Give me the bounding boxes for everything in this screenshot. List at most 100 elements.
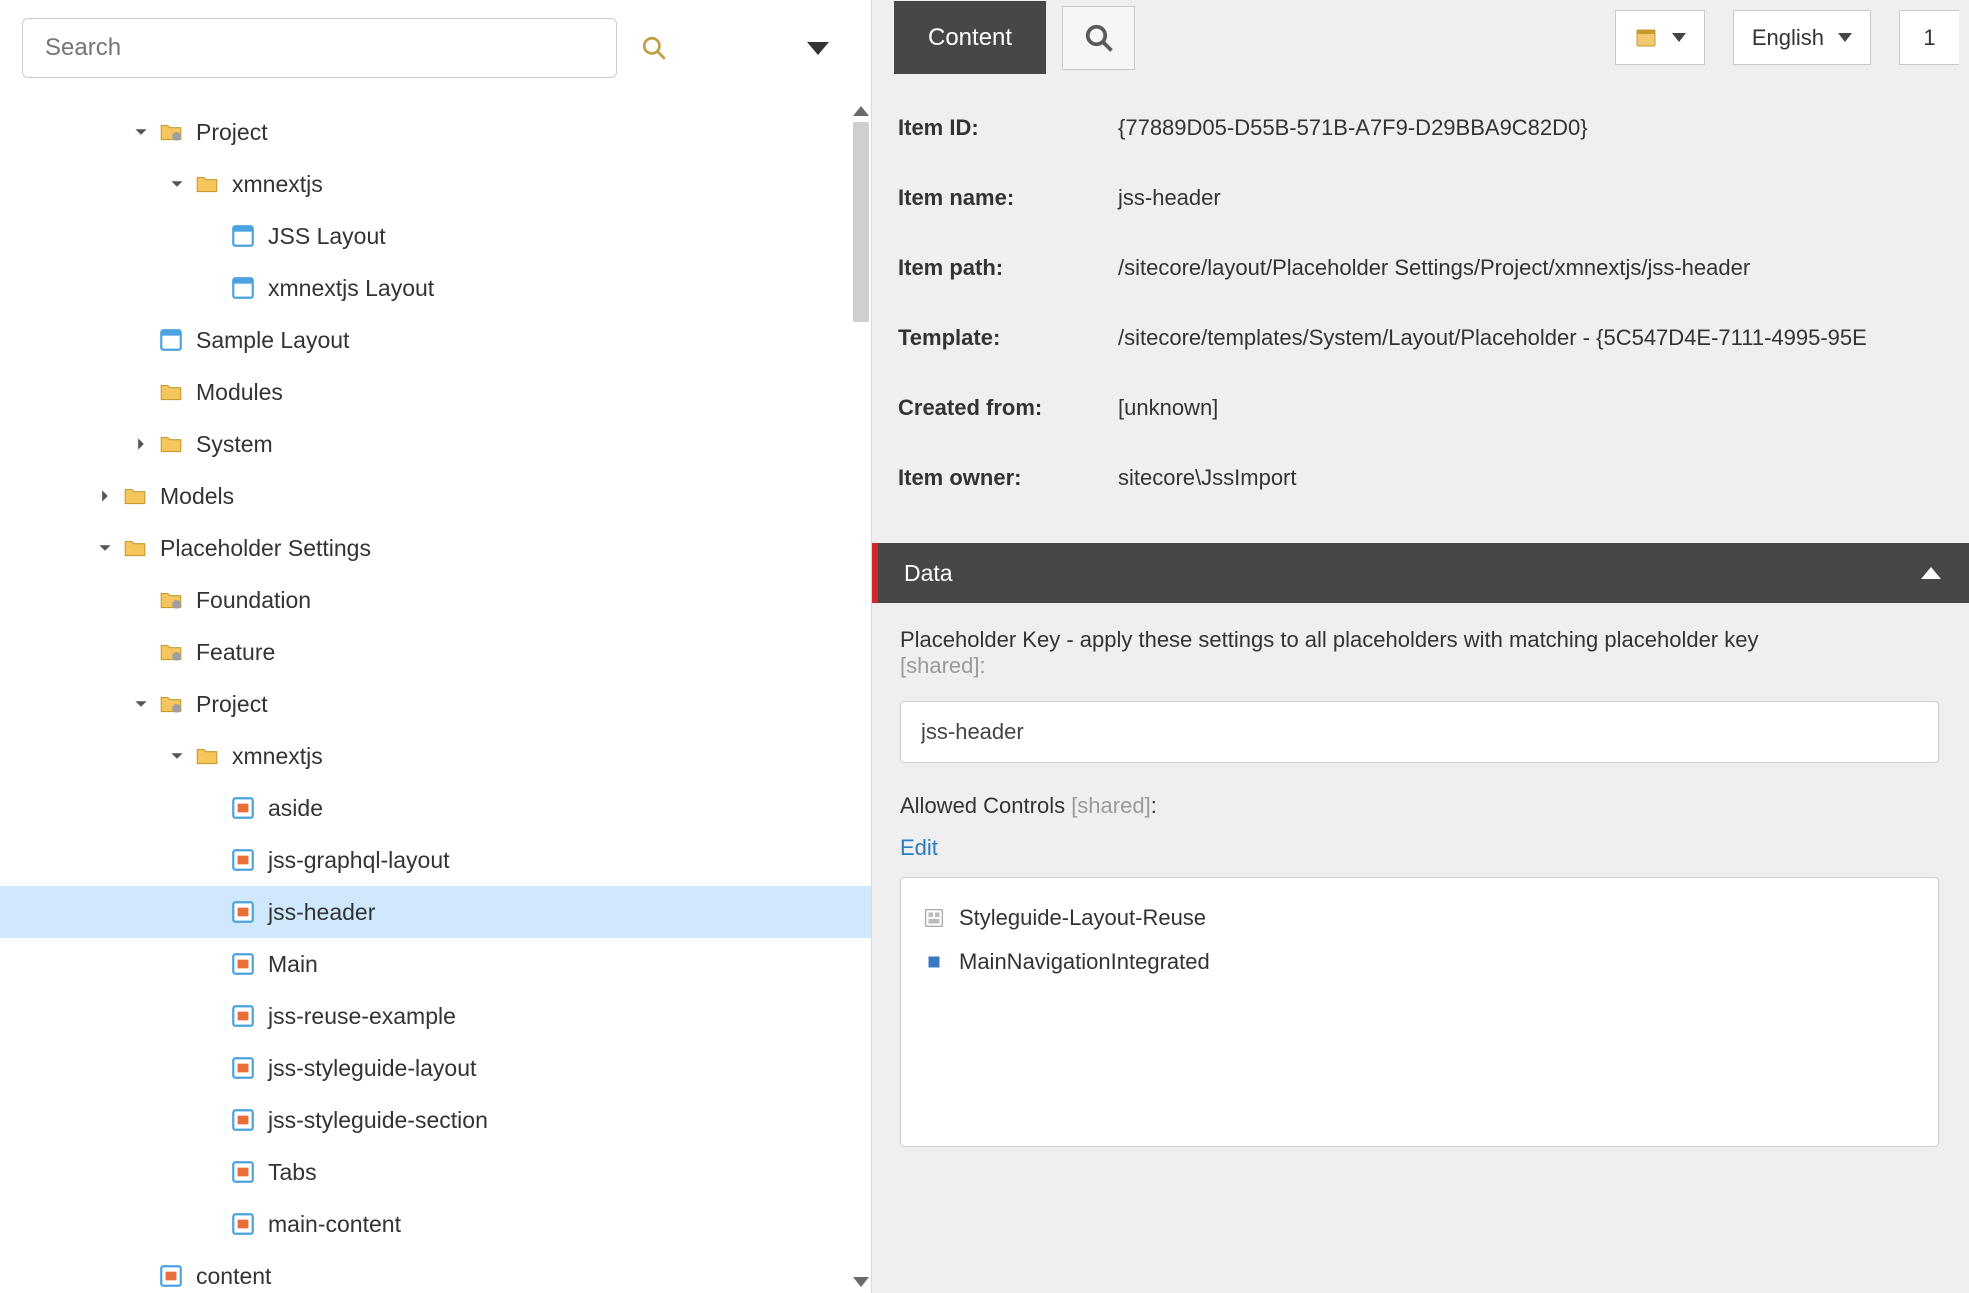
tree-node-jss-styleguide-section[interactable]: jss-styleguide-section [0,1094,871,1146]
tree-panel: Project xmnextjs JSS Layout xmnextjs Layout… [0,0,872,1293]
tree-node-xmnextjs[interactable]: xmnextjs [0,158,871,210]
section-header-data[interactable]: Data [872,543,1969,603]
tree-node-placeholder-settings[interactable]: Placeholder Settings [0,522,871,574]
tree-node-label: jss-styleguide-section [268,1107,488,1134]
chevron-down-icon[interactable] [166,173,188,195]
tree-node-label: xmnextjs [232,171,323,198]
tree-node-label: Tabs [268,1159,317,1186]
chevron-down-icon[interactable] [166,745,188,767]
chevron-down-icon [1838,33,1852,42]
placeholder-icon [230,1211,256,1237]
tree-node-modules[interactable]: Modules [0,366,871,418]
search-options-dropdown-icon[interactable] [807,42,829,55]
item-name-label: Item name: [898,185,1118,211]
tree-node-xmnextjs[interactable]: xmnextjs [0,730,871,782]
tree-node-xmnextjs-layout[interactable]: xmnextjs Layout [0,262,871,314]
placeholder-key-input[interactable] [900,701,1939,763]
version-label: 1 [1923,25,1935,51]
chevron-up-icon [1921,567,1941,579]
tree-node-jss-reuse-example[interactable]: jss-reuse-example [0,990,871,1042]
version-dropdown[interactable]: 1 [1899,10,1959,65]
tree-node-jss-styleguide-layout[interactable]: jss-styleguide-layout [0,1042,871,1094]
search-row [0,0,871,100]
tree-node-feature[interactable]: Feature [0,626,871,678]
folder-icon [194,171,220,197]
language-dropdown[interactable]: English [1733,10,1871,65]
folder-icon [122,535,148,561]
allowed-control-label: MainNavigationIntegrated [959,949,1210,975]
placeholder-icon [230,899,256,925]
tree-node-jss-header[interactable]: jss-header [0,886,871,938]
quick-info: Item ID:{77889D05-D55B-571B-A7F9-D29BBA9… [872,75,1969,543]
rendering-icon [923,907,945,929]
folder-special-icon [158,119,184,145]
tree-node-project[interactable]: Project [0,678,871,730]
tree-node-label: Sample Layout [196,327,349,354]
tree-node-label: Main [268,951,318,978]
placeholder-icon [230,795,256,821]
chevron-down-icon[interactable] [94,537,116,559]
template-label: Template: [898,325,1118,351]
tree-node-label: jss-header [268,899,375,926]
allowed-controls-list: Styleguide-Layout-Reuse MainNavigationInt… [900,877,1939,1147]
tree-scrollbar[interactable] [853,100,869,1293]
tree-node-foundation[interactable]: Foundation [0,574,871,626]
item-id-value: {77889D05-D55B-571B-A7F9-D29BBA9C82D0} [1118,115,1969,141]
placeholder-icon [158,1263,184,1289]
tree-node-jss-layout[interactable]: JSS Layout [0,210,871,262]
tree-node-main[interactable]: Main [0,938,871,990]
tree-node-models[interactable]: Models [0,470,871,522]
item-path-value: /sitecore/layout/Placeholder Settings/Pr… [1118,255,1969,281]
tree-node-label: Foundation [196,587,311,614]
folder-special-icon [158,691,184,717]
tree-node-content[interactable]: content [0,1250,871,1293]
tree-node-label: JSS Layout [268,223,386,250]
search-input[interactable] [22,18,617,78]
tree-node-label: main-content [268,1211,401,1238]
folder-icon [158,379,184,405]
tab-content[interactable]: Content [894,1,1046,74]
folder-special-icon [158,587,184,613]
cube-icon [923,951,945,973]
search-icon[interactable] [641,35,667,61]
allowed-control-label: Styleguide-Layout-Reuse [959,905,1206,931]
section-body-data: Placeholder Key - apply these settings t… [872,603,1969,1177]
folder-icon [158,431,184,457]
placeholder-icon [230,1003,256,1029]
folder-icon [122,483,148,509]
tree-node-system[interactable]: System [0,418,871,470]
tree-node-project[interactable]: Project [0,106,871,158]
navigate-dropdown[interactable] [1615,10,1705,65]
chevron-down-icon[interactable] [130,121,152,143]
allowed-control-item[interactable]: Styleguide-Layout-Reuse [923,896,1916,940]
tree-node-label: System [196,431,273,458]
tree-node-sample-layout[interactable]: Sample Layout [0,314,871,366]
editor-panel: Content English 1 Item ID:{77889D05-D55B… [872,0,1969,1293]
tree-node-jss-graphql-layout[interactable]: jss-graphql-layout [0,834,871,886]
scroll-down-icon[interactable] [853,1277,869,1287]
tree-node-main-content[interactable]: main-content [0,1198,871,1250]
chevron-right-icon[interactable] [94,485,116,507]
tree-node-label: jss-reuse-example [268,1003,456,1030]
tree-node-aside[interactable]: aside [0,782,871,834]
placeholder-icon [230,1107,256,1133]
allowed-control-item[interactable]: MainNavigationIntegrated [923,940,1916,984]
placeholder-icon [230,1055,256,1081]
scroll-up-icon[interactable] [853,106,869,116]
created-from-value: [unknown] [1118,395,1969,421]
item-id-label: Item ID: [898,115,1118,141]
tree-node-label: Modules [196,379,283,406]
edit-link[interactable]: Edit [900,835,938,861]
item-owner-value: sitecore\JssImport [1118,465,1969,491]
allowed-controls-label: Allowed Controls [shared]: [900,793,1939,819]
placeholder-icon [230,951,256,977]
chevron-right-icon[interactable] [130,433,152,455]
search-tab-button[interactable] [1062,6,1135,70]
tree-node-tabs[interactable]: Tabs [0,1146,871,1198]
layout-icon [230,275,256,301]
language-label: English [1752,25,1824,51]
chevron-down-icon[interactable] [130,693,152,715]
scroll-thumb[interactable] [853,122,869,322]
template-value: /sitecore/templates/System/Layout/Placeh… [1118,325,1969,351]
tree-node-label: Project [196,691,268,718]
